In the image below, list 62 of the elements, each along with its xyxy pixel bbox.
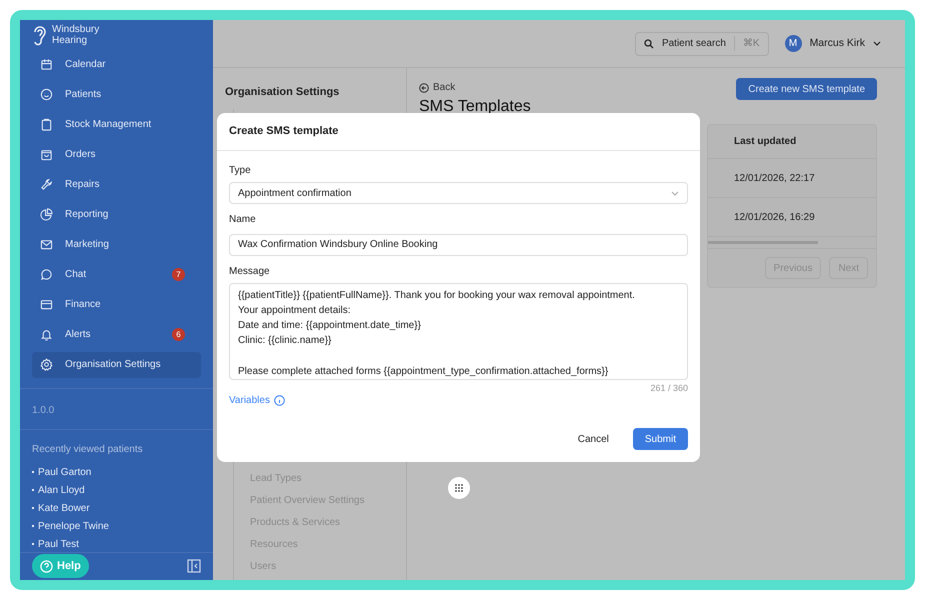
column-header: Last updated xyxy=(734,135,796,149)
unread-count-badge: 7 xyxy=(172,268,185,282)
message-input-field[interactable]: {{patientTitle}} {{patientFullName}}. Thank you for booking your wax removal appointment. Your appointment details: Date and time: {{appointment.date_time}} Clinic: {{clinic.name}} Please complete attached forms {{appointment_type_confirmation.attached_forms}} xyxy=(229,282,688,380)
bell-icon xyxy=(40,328,53,342)
field-label: Type xyxy=(229,164,252,178)
create-template-button[interactable]: Create new SMS template xyxy=(736,78,877,100)
submit-button[interactable]: Submit xyxy=(632,428,688,450)
brand-name: Hearing xyxy=(52,34,88,46)
name-input-field[interactable]: Wax Confirmation Windsbury Online Booking xyxy=(229,234,688,256)
nav-item[interactable]: Stock Management xyxy=(32,112,201,138)
cancel-button[interactable]: Cancel xyxy=(570,428,617,450)
envelope-icon xyxy=(40,238,53,252)
calendar-icon xyxy=(40,58,53,72)
recent-patient-link[interactable]: Penelope Twine xyxy=(32,518,201,534)
chevron-down-icon xyxy=(671,190,679,196)
recent-patient-link[interactable]: Kate Bower xyxy=(32,500,201,516)
search-icon xyxy=(644,38,654,48)
info-icon xyxy=(274,395,285,406)
recent-patient-link[interactable]: Paul Garton xyxy=(32,464,201,480)
page-title: SMS Templates xyxy=(419,97,531,117)
user-menu[interactable]: M Marcus Kirk xyxy=(784,35,881,52)
chevron-down-icon xyxy=(873,41,881,46)
settings-icon xyxy=(40,358,53,372)
shopping-bag-icon xyxy=(40,148,53,162)
pie-chart-icon xyxy=(40,208,53,222)
grid-menu-button[interactable] xyxy=(448,477,470,499)
nav-item[interactable]: Calendar xyxy=(32,52,201,78)
dialog-title: Create SMS template xyxy=(229,124,338,140)
collapse-sidebar-icon[interactable] xyxy=(187,559,201,574)
clipboard-icon xyxy=(40,118,53,132)
smiley-face-icon xyxy=(40,88,53,102)
nav-item[interactable]: Organisation Settings xyxy=(32,352,201,378)
variables-link[interactable]: Variables xyxy=(229,393,285,408)
patient-search-button[interactable]: Patient search ⌘K xyxy=(634,32,769,56)
version-label: 1.0.0 xyxy=(32,404,54,416)
back-arrow-icon xyxy=(419,82,429,92)
wrench-icon xyxy=(40,178,53,192)
recent-patient-link[interactable]: Alan Lloyd xyxy=(32,482,201,498)
nav-item[interactable]: Repairs xyxy=(32,172,201,198)
settings-panel-title: Organisation Settings xyxy=(225,85,340,100)
nav-item[interactable]: Marketing xyxy=(32,232,201,258)
recent-patient-link[interactable]: Paul Test xyxy=(32,536,201,552)
character-counter: 261 / 360 xyxy=(650,382,688,394)
nav-item[interactable]: Reporting xyxy=(32,202,201,228)
nav-item[interactable]: Alerts 6 xyxy=(32,322,201,348)
credit-card-icon xyxy=(40,298,53,312)
unread-count-badge: 6 xyxy=(172,328,185,342)
help-icon xyxy=(40,560,53,573)
nav-item[interactable]: Orders xyxy=(32,142,201,168)
nav-item[interactable]: Finance xyxy=(32,292,201,318)
type-dropdown[interactable]: Appointment confirmation xyxy=(229,182,688,204)
nav-item[interactable]: Patients xyxy=(32,82,201,108)
grid-dots-icon xyxy=(455,484,463,492)
field-label: Message xyxy=(229,264,271,278)
nav-item[interactable]: Chat 7 xyxy=(32,262,201,288)
field-label: Name xyxy=(229,213,257,227)
table-cell-text: 12/01/2026, 22:17 xyxy=(734,172,815,186)
table-cell-text: 12/01/2026, 16:29 xyxy=(734,210,815,224)
brand-name: Windsbury xyxy=(52,24,100,35)
back-link[interactable]: Back xyxy=(419,80,456,95)
recent-patients-heading: Recently viewed patients xyxy=(32,442,144,457)
speech-bubble-icon xyxy=(40,268,53,282)
